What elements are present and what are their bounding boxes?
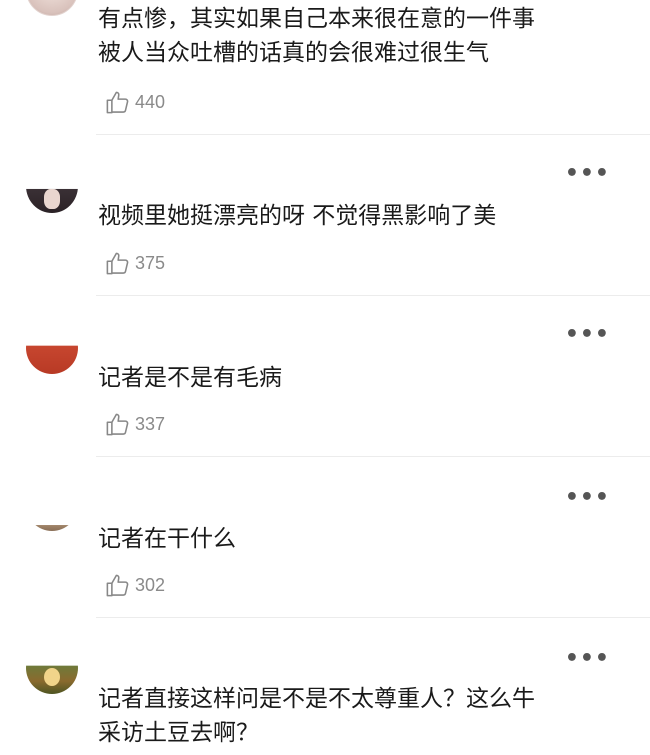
more-dots-icon: •••	[564, 161, 610, 186]
like-count: 440	[135, 91, 166, 112]
more-options-button[interactable]: •••	[565, 648, 610, 670]
thumbs-up-icon	[106, 252, 129, 274]
comment-item: ••• 记者在干什么 302	[0, 457, 650, 618]
comment-text: 视频里她挺漂亮的呀 不觉得黑影响了美	[98, 203, 497, 229]
like-count: 302	[135, 574, 166, 595]
avatar[interactable]	[26, 642, 78, 694]
avatar[interactable]	[26, 322, 78, 374]
like-button[interactable]: 375	[104, 249, 165, 277]
comment-item: 有点惨，其实如果自己本来很在意的一件事 被人当众吐槽的话真的会很难过很生气 44…	[0, 0, 650, 135]
avatar[interactable]	[26, 0, 78, 16]
thumbs-up-icon	[106, 574, 129, 596]
comment-item: ••• 记者直接这样问是不是不太尊重人？这么牛 采访土豆去啊？	[0, 618, 650, 755]
more-dots-icon: •••	[564, 646, 610, 671]
comment-text: 记者是不是有毛病	[98, 365, 282, 391]
comment-text: 记者直接这样问是不是不太尊重人？这么牛 采访土豆去啊？	[98, 686, 535, 746]
comment-feed: { "comments": [ { "text": "有点惨，其实如果自己本来很…	[0, 0, 650, 755]
avatar[interactable]	[26, 479, 78, 531]
comment-item: ••• 记者是不是有毛病 337	[0, 296, 650, 457]
more-options-button[interactable]: •••	[565, 163, 610, 185]
like-button[interactable]: 302	[104, 571, 165, 599]
thumbs-up-icon	[106, 91, 129, 113]
comment-text: 记者在干什么	[98, 526, 236, 552]
like-button[interactable]: 440	[104, 88, 165, 116]
like-count: 337	[135, 413, 166, 434]
like-button[interactable]: 337	[104, 410, 165, 438]
more-options-button[interactable]: •••	[565, 324, 610, 346]
like-count: 375	[135, 252, 166, 273]
comment-item: ••• 视频里她挺漂亮的呀 不觉得黑影响了美 375	[0, 135, 650, 296]
comment-text: 有点惨，其实如果自己本来很在意的一件事 被人当众吐槽的话真的会很难过很生气	[98, 6, 535, 66]
more-dots-icon: •••	[564, 485, 610, 510]
thumbs-up-icon	[106, 413, 129, 435]
avatar[interactable]	[26, 159, 78, 213]
more-options-button[interactable]: •••	[565, 487, 610, 509]
more-dots-icon: •••	[564, 322, 610, 347]
